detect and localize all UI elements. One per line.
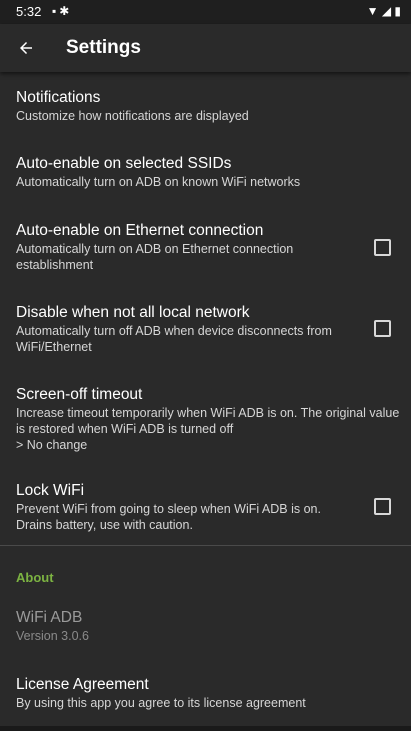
bug-notification-icon: ✱ [59, 4, 73, 18]
disable-not-local-checkbox[interactable] [374, 320, 391, 337]
pref-title: Auto-enable on selected SSIDs [16, 155, 232, 172]
notification-icons: ▪✱ [52, 4, 72, 18]
pref-summary: Automatically turn on ADB on known WiFi … [16, 175, 301, 189]
pref-title: Lock WiFi [16, 482, 85, 499]
pref-title: Auto-enable on Ethernet connection [16, 222, 264, 239]
pref-summary: Automatically turn off ADB when device d… [16, 324, 332, 354]
pref-title: Disable when not all local network [16, 304, 250, 321]
pref-summary: Automatically turn on ADB on Ethernet co… [16, 242, 294, 272]
status-bar: 5:32 ▪✱ ▼ ◢ ▮ [0, 0, 411, 24]
ethernet-checkbox[interactable] [374, 239, 391, 256]
arrow-back-icon [20, 42, 32, 54]
pref-title: License Agreement [16, 676, 149, 693]
pref-value: > No change [16, 438, 88, 452]
pref-summary: Prevent WiFi from going to sleep when Wi… [16, 502, 321, 532]
pref-license-agreement[interactable]: License Agreement By using this app you … [0, 661, 411, 726]
pref-app-info: WiFi ADB Version 3.0.6 [0, 595, 411, 661]
pref-auto-enable-ssids[interactable]: Auto-enable on selected SSIDs Automatica… [0, 134, 411, 204]
navigation-bar [0, 726, 411, 731]
status-time: 5:32 [16, 4, 42, 19]
pref-screen-off-timeout[interactable]: Screen-off timeout Increase timeout temp… [0, 366, 411, 462]
lock-wifi-checkbox[interactable] [374, 498, 391, 515]
battery-icon: ▮ [394, 4, 401, 18]
back-button[interactable] [6, 28, 46, 68]
pref-title: Notifications [16, 89, 101, 106]
about-category-label: About [16, 570, 54, 585]
app-name: WiFi ADB [16, 609, 83, 626]
pref-notifications[interactable]: Notifications Customize how notification… [0, 72, 411, 134]
pref-lock-wifi[interactable]: Lock WiFi Prevent WiFi from going to sle… [0, 462, 411, 545]
app-version: Version 3.0.6 [16, 629, 89, 643]
pref-summary: Customize how notifications are displaye… [16, 109, 249, 123]
pref-auto-enable-ethernet[interactable]: Auto-enable on Ethernet connection Autom… [0, 204, 411, 284]
app-bar: Settings [0, 24, 411, 72]
wifi-icon: ▼ [366, 4, 379, 18]
system-icons: ▼ ◢ ▮ [367, 4, 401, 18]
signal-icon: ◢ [381, 4, 392, 18]
page-title: Settings [66, 37, 141, 58]
pref-summary: Increase timeout temporarily when WiFi A… [16, 406, 400, 436]
pref-summary: By using this app you agree to its licen… [16, 696, 306, 710]
section-divider [0, 545, 411, 546]
pref-disable-not-local[interactable]: Disable when not all local network Autom… [0, 284, 411, 366]
pref-title: Screen-off timeout [16, 386, 143, 403]
